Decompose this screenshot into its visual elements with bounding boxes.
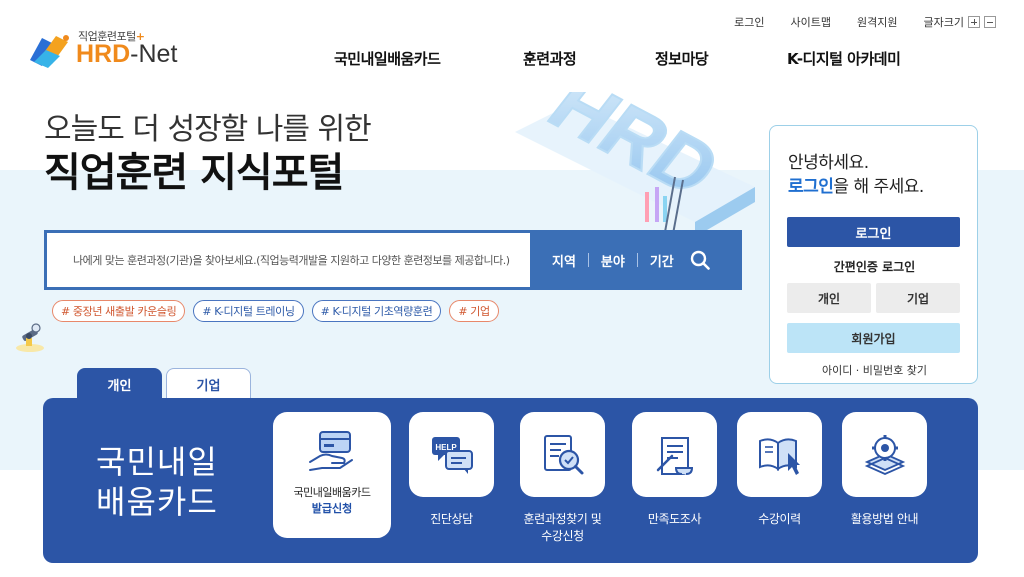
main-nav: 국민내일배움카드 훈련과정 정보마당 K-디지털 아카데미: [0, 48, 1024, 70]
tag-midlife-counseling[interactable]: # 중장년 새출발 카운슬링: [52, 300, 186, 322]
book-cursor-icon: [758, 437, 800, 475]
panel-title: 국민내일 배움카드: [96, 442, 218, 522]
utility-nav: 로그인 사이트맵 원격지원 글자크기: [708, 14, 996, 30]
util-remote-support-link[interactable]: 원격지원: [857, 14, 897, 30]
panel-title-line2: 배움카드: [96, 483, 218, 521]
filter-field[interactable]: 분야: [601, 251, 625, 270]
filter-divider: [587, 253, 589, 267]
tab-individual[interactable]: 개인: [77, 368, 162, 400]
card-hand-icon: [309, 431, 353, 471]
filter-period[interactable]: 기간: [650, 251, 674, 270]
login-greeting: 안녕하세요.: [788, 153, 869, 173]
service-label: 만족도조사: [647, 512, 702, 526]
hashtag-list: # 중장년 새출발 카운슬링 # K-디지털 트레이닝 # K-디지털 기초역량…: [52, 300, 499, 322]
tag-business[interactable]: # 기업: [449, 300, 499, 322]
font-size-decrease-icon[interactable]: [984, 16, 996, 28]
nav-training-courses[interactable]: 훈련과정: [523, 48, 577, 69]
national-card-panel: 국민내일 배움카드 국민내일배움카드 발급신청 HELP 진단상담 훈련과정찾기…: [43, 398, 978, 563]
tag-k-digital-basic[interactable]: # K-디지털 기초역량훈련: [311, 300, 442, 322]
service-course-search-box: [520, 412, 605, 497]
service-diagnosis[interactable]: HELP 진단상담: [409, 412, 494, 528]
service-label: 수강이력: [758, 512, 801, 526]
telescope-figure-icon: [16, 323, 44, 352]
search-button[interactable]: [688, 248, 712, 272]
service-label: 훈련과정찾기 및 수강신청: [523, 512, 602, 543]
join-button[interactable]: 회원가입: [787, 323, 960, 353]
service-card-apply[interactable]: 국민내일배움카드 발급신청: [273, 412, 391, 538]
login-prompt-highlight: 로그인: [788, 177, 834, 197]
find-id-password-link[interactable]: 아이디 · 비밀번호 찾기: [770, 362, 979, 378]
search-input[interactable]: [47, 233, 533, 287]
service-course-search[interactable]: 훈련과정찾기 및 수강신청: [520, 412, 605, 545]
filter-region[interactable]: 지역: [552, 251, 576, 270]
service-course-history[interactable]: 수강이력: [737, 412, 822, 528]
login-button[interactable]: 로그인: [787, 217, 960, 247]
service-label: 활용방법 안내: [850, 512, 919, 526]
service-label: 진단상담: [430, 512, 473, 526]
nav-info-square[interactable]: 정보마당: [655, 48, 709, 69]
hero-title: 직업훈련 지식포털: [44, 150, 344, 196]
service-diagnosis-box: HELP: [409, 412, 494, 497]
easy-auth-business-button[interactable]: 기업: [876, 283, 960, 313]
service-satisfaction-box: [632, 412, 717, 497]
easy-auth-individual-button[interactable]: 개인: [787, 283, 871, 313]
easy-auth-label: 간편인증 로그인: [833, 260, 916, 274]
search-filters: 지역 분야 기간: [530, 233, 739, 287]
service-satisfaction-survey[interactable]: 만족도조사: [632, 412, 717, 528]
gear-stack-icon: [864, 434, 905, 475]
util-login-link[interactable]: 로그인: [734, 14, 764, 30]
help-chat-icon: HELP: [431, 436, 473, 474]
card-apply-label-line2: 발급신청: [311, 502, 353, 515]
card-apply-label-line1: 국민내일배움카드: [293, 486, 371, 499]
search-icon: [690, 250, 710, 270]
hrd-3d-illustration: HRD: [515, 92, 755, 237]
service-card-apply-box: 국민내일배움카드 발급신청: [273, 412, 391, 538]
nav-national-card[interactable]: 국민내일배움카드: [334, 48, 441, 69]
filter-divider: [636, 253, 638, 267]
panel-title-line1: 국민내일: [96, 443, 218, 481]
util-sitemap-link[interactable]: 사이트맵: [791, 14, 831, 30]
nav-k-digital-academy[interactable]: K-디지털 아카데미: [787, 48, 901, 69]
service-course-history-box: [737, 412, 822, 497]
font-size-control: 글자크기: [924, 14, 996, 30]
login-prompt: 로그인을 해 주세요.: [788, 172, 924, 197]
document-search-icon: [543, 434, 583, 474]
font-size-label: 글자크기: [923, 16, 964, 29]
tag-k-digital-training[interactable]: # K-디지털 트레이닝: [193, 300, 304, 322]
search-bar: 지역 분야 기간: [44, 230, 742, 290]
login-prompt-rest: 을 해 주세요.: [833, 177, 924, 197]
service-usage-guide-box: [842, 412, 927, 497]
service-usage-guide[interactable]: 활용방법 안내: [842, 412, 927, 528]
font-size-increase-icon[interactable]: [968, 16, 980, 28]
login-panel: 안녕하세요. 로그인을 해 주세요. 로그인 간편인증 로그인 개인 기업 회원…: [769, 125, 978, 384]
tab-business[interactable]: 기업: [166, 368, 251, 400]
survey-scroll-icon: [656, 436, 693, 475]
